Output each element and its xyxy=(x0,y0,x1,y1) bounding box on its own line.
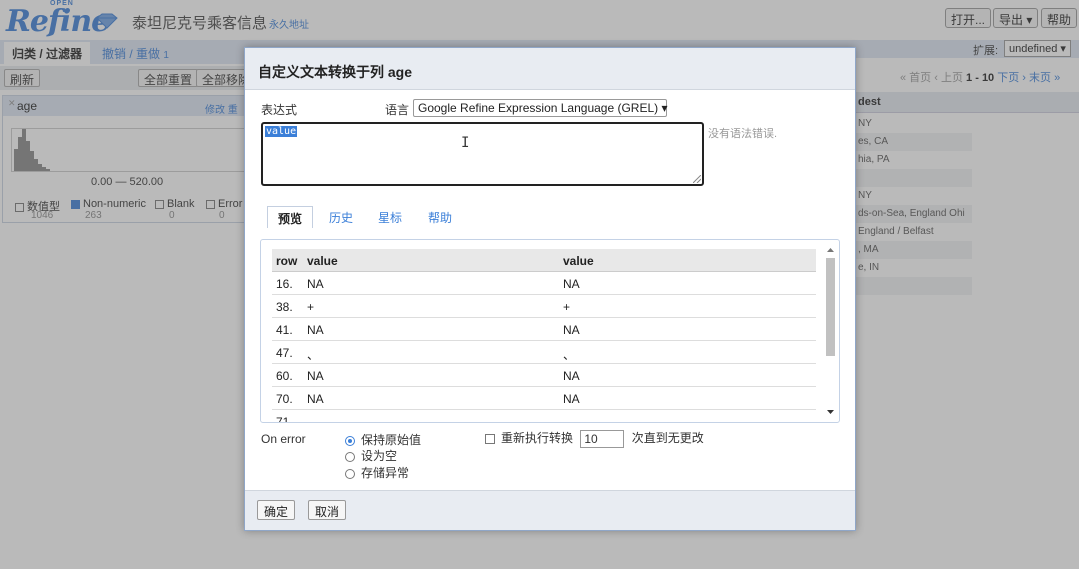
custom-transform-dialog: 自定义文本转换于列 age 表达式 语言 Google Refine Expre… xyxy=(244,47,856,531)
row-number: 60. xyxy=(276,369,293,383)
repeat-suffix: 次直到无更改 xyxy=(631,431,704,445)
preview-header-row: row value value xyxy=(272,249,816,272)
tab-preview[interactable]: 预览 xyxy=(267,206,314,228)
repeat-label: 重新执行转换 xyxy=(501,431,574,445)
radio-label: 保持原始值 xyxy=(361,433,422,447)
header-value: value xyxy=(307,254,338,268)
row-result: NA xyxy=(563,369,580,383)
header-result: value xyxy=(563,254,594,268)
row-number: 47. xyxy=(276,346,293,360)
tab-history[interactable]: 历史 xyxy=(319,206,363,228)
dialog-title: 自定义文本转换于列 age xyxy=(258,64,413,80)
repeat-checkbox[interactable] xyxy=(485,433,495,444)
expression-input[interactable]: value I xyxy=(261,122,704,186)
radio-label: 存储异常 xyxy=(361,466,410,480)
dialog-footer: 确定 取消 xyxy=(245,490,855,530)
on-error-label: On error xyxy=(261,432,306,446)
table-row: 47. 、 、 xyxy=(272,341,816,364)
row-result: + xyxy=(563,300,571,314)
row-result: NA xyxy=(563,392,580,406)
text-cursor-icon: I xyxy=(461,135,470,151)
row-number: 71. xyxy=(276,415,293,423)
language-select[interactable]: Google Refine Expression Language (GREL)… xyxy=(413,99,668,117)
preview-panel[interactable]: row value value 16. NA NA 38. + + 41. NA NA 47… xyxy=(260,239,840,423)
row-value: NA xyxy=(307,392,324,406)
row-value: NA xyxy=(307,323,324,337)
expression-label: 表达式 xyxy=(261,103,298,117)
row-number: 41. xyxy=(276,323,293,337)
radio-selected-icon[interactable] xyxy=(345,435,355,446)
radio-icon[interactable] xyxy=(345,451,355,462)
ok-button[interactable]: 确定 xyxy=(257,500,296,520)
repeat-option: 重新执行转换 10 次直到无更改 xyxy=(485,429,704,448)
table-row: 41. NA NA xyxy=(272,318,816,341)
row-number: 70. xyxy=(276,392,293,406)
table-row: 38. + + xyxy=(272,295,816,318)
table-row: 60. NA NA xyxy=(272,364,816,387)
row-number: 38. xyxy=(276,300,293,314)
scroll-down-icon[interactable] xyxy=(826,408,835,416)
row-result: 、 xyxy=(563,348,576,362)
table-row: 70. NA NA xyxy=(272,387,816,410)
expression-text: value xyxy=(265,126,298,137)
preview-table: row value value 16. NA NA 38. + + 41. NA NA 47… xyxy=(272,249,816,423)
radio-set-blank[interactable]: 设为空 xyxy=(345,447,397,464)
table-row: 16. NA NA xyxy=(272,272,816,295)
language-label: 语言 xyxy=(385,103,410,117)
radio-keep-original[interactable]: 保持原始值 xyxy=(345,431,421,448)
tab-help[interactable]: 帮助 xyxy=(418,206,462,228)
header-row: row xyxy=(276,254,298,268)
row-number: 16. xyxy=(276,277,293,291)
repeat-count-input[interactable]: 10 xyxy=(580,429,625,448)
cancel-button[interactable]: 取消 xyxy=(308,500,347,520)
table-row: 71. xyxy=(272,410,816,423)
radio-icon[interactable] xyxy=(345,468,355,479)
row-result: NA xyxy=(563,277,580,291)
row-value: + xyxy=(307,300,315,314)
dialog-title-bar: 自定义文本转换于列 age xyxy=(245,48,855,90)
row-value: NA xyxy=(307,277,324,291)
row-value: 、 xyxy=(307,348,320,362)
preview-scrollbar[interactable] xyxy=(824,244,836,418)
tab-starred[interactable]: 星标 xyxy=(368,206,412,228)
preview-tabs: 预览 历史 星标 帮助 xyxy=(267,206,667,228)
row-result: NA xyxy=(563,323,580,337)
resize-grip-icon[interactable] xyxy=(693,175,701,183)
syntax-status: 没有语法错误. xyxy=(708,128,778,140)
scroll-up-icon[interactable] xyxy=(826,246,835,254)
scrollbar-thumb[interactable] xyxy=(826,258,835,356)
radio-label: 设为空 xyxy=(361,449,398,463)
row-value: NA xyxy=(307,369,324,383)
radio-store-error[interactable]: 存储异常 xyxy=(345,464,409,481)
